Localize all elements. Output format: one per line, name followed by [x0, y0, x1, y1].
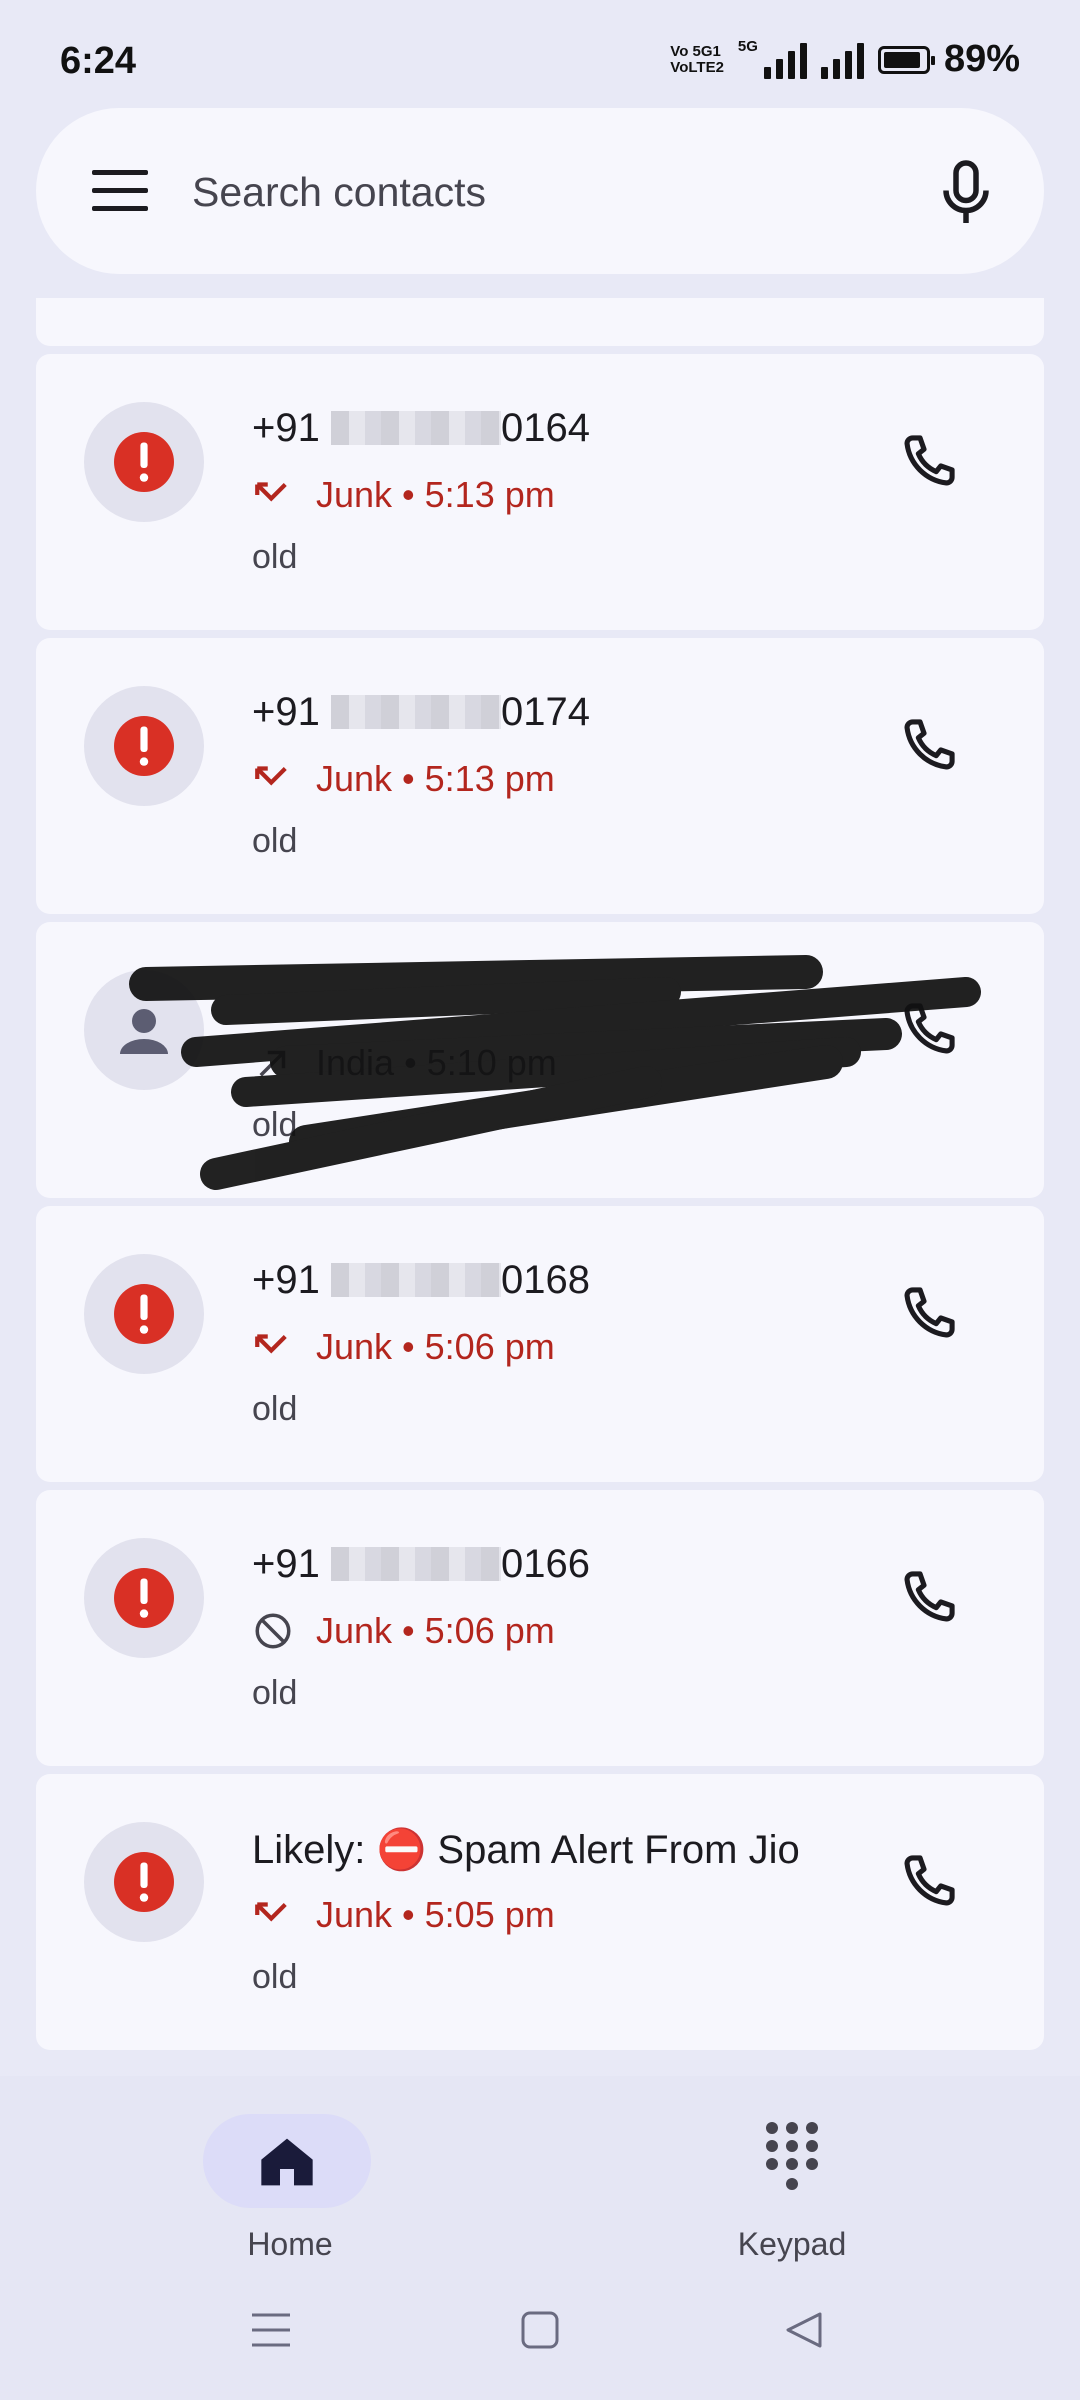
redaction-scribble — [129, 955, 981, 1190]
call-back-button[interactable] — [894, 1564, 962, 1632]
call-back-button[interactable] — [894, 1848, 962, 1916]
spam-alert-icon — [84, 1538, 204, 1658]
call-log-item[interactable]: +91 0166 Junk • 5:06 pm old — [36, 1490, 1044, 1766]
caller-name: +91 0164 — [252, 406, 590, 450]
status-time: 6:24 — [60, 40, 137, 82]
battery-icon — [877, 45, 935, 74]
nav-home-label: Home — [247, 2226, 333, 2262]
caller-name: +91 0174 — [252, 690, 590, 734]
spam-alert-icon — [84, 686, 204, 806]
call-history-list[interactable]: +91 0164 Junk • 5:13 pm old +91 0174 Jun… — [36, 298, 1044, 2058]
system-navigation-bar — [0, 2270, 1080, 2400]
call-note: old — [252, 1674, 298, 1712]
signal-icon — [820, 41, 864, 79]
call-log-item[interactable]: +91 0174 Junk • 5:13 pm old — [36, 638, 1044, 914]
nav-keypad[interactable]: Keypad — [672, 2096, 912, 2296]
status-bar: 6:24 Vo 5G1 VoLTE2 5G 89% — [0, 0, 1080, 110]
blurred-number — [330, 1263, 501, 1297]
call-detail: Junk • 5:06 pm — [252, 1607, 555, 1655]
call-detail: Junk • 5:05 pm — [252, 1891, 555, 1939]
missed-call-icon — [255, 482, 287, 502]
back-icon[interactable] — [784, 2310, 824, 2355]
call-detail: Junk • 5:13 pm — [252, 755, 555, 803]
volte-indicator: Vo 5G1 VoLTE2 — [670, 42, 724, 76]
call-back-button[interactable] — [894, 428, 962, 496]
keypad-icon — [766, 2122, 818, 2190]
spam-alert-icon — [84, 402, 204, 522]
call-back-button[interactable] — [894, 712, 962, 780]
missed-call-icon — [255, 1902, 287, 1922]
call-note: old — [252, 1958, 298, 1996]
blurred-number — [330, 695, 501, 729]
battery-percent: 89% — [943, 38, 1020, 80]
spam-alert-icon — [84, 1254, 204, 1374]
caller-name: +91 0168 — [252, 1258, 590, 1302]
hamburger-menu-icon[interactable] — [92, 170, 148, 211]
blurred-number — [330, 1547, 501, 1581]
missed-call-icon — [255, 766, 287, 786]
call-log-item[interactable]: +91 0164 Junk • 5:13 pm old — [36, 354, 1044, 630]
call-note: old — [252, 538, 298, 576]
recents-icon[interactable] — [250, 2310, 292, 2355]
battery-fill — [883, 51, 920, 68]
nav-keypad-label: Keypad — [737, 2226, 847, 2262]
call-log-item[interactable]: Likely: ⛔ Spam Alert From Jio Junk • 5:0… — [36, 1774, 1044, 2050]
status-icons: Vo 5G1 VoLTE2 5G 89% — [670, 38, 1020, 81]
nav-home-indicator — [203, 2114, 371, 2208]
call-log-item[interactable]: +91 0168 Junk • 5:06 pm old — [36, 1206, 1044, 1482]
microphone-icon[interactable] — [936, 158, 996, 228]
nav-home[interactable]: Home — [170, 2096, 410, 2296]
call-note: old — [252, 1390, 298, 1428]
call-detail: Junk • 5:13 pm — [252, 471, 555, 519]
search-input[interactable] — [190, 148, 914, 236]
call-note: old — [252, 822, 298, 860]
home-system-icon[interactable] — [520, 2310, 560, 2355]
blocked-call-icon — [255, 1613, 291, 1649]
call-back-button[interactable] — [894, 1280, 962, 1348]
caller-name: Likely: ⛔ Spam Alert From Jio — [252, 1828, 800, 1872]
call-detail: Junk • 5:06 pm — [252, 1323, 555, 1371]
caller-name: +91 0166 — [252, 1542, 590, 1586]
blurred-number — [330, 411, 501, 445]
list-item-partial — [36, 298, 1044, 346]
spam-alert-icon — [84, 1822, 204, 1942]
home-icon — [261, 2138, 313, 2186]
network-type: 5G — [737, 38, 758, 55]
signal-icon — [763, 41, 807, 79]
search-bar[interactable] — [36, 108, 1044, 274]
call-log-item[interactable]: India • 5:10 pm old — [36, 922, 1044, 1198]
missed-call-icon — [255, 1334, 287, 1354]
